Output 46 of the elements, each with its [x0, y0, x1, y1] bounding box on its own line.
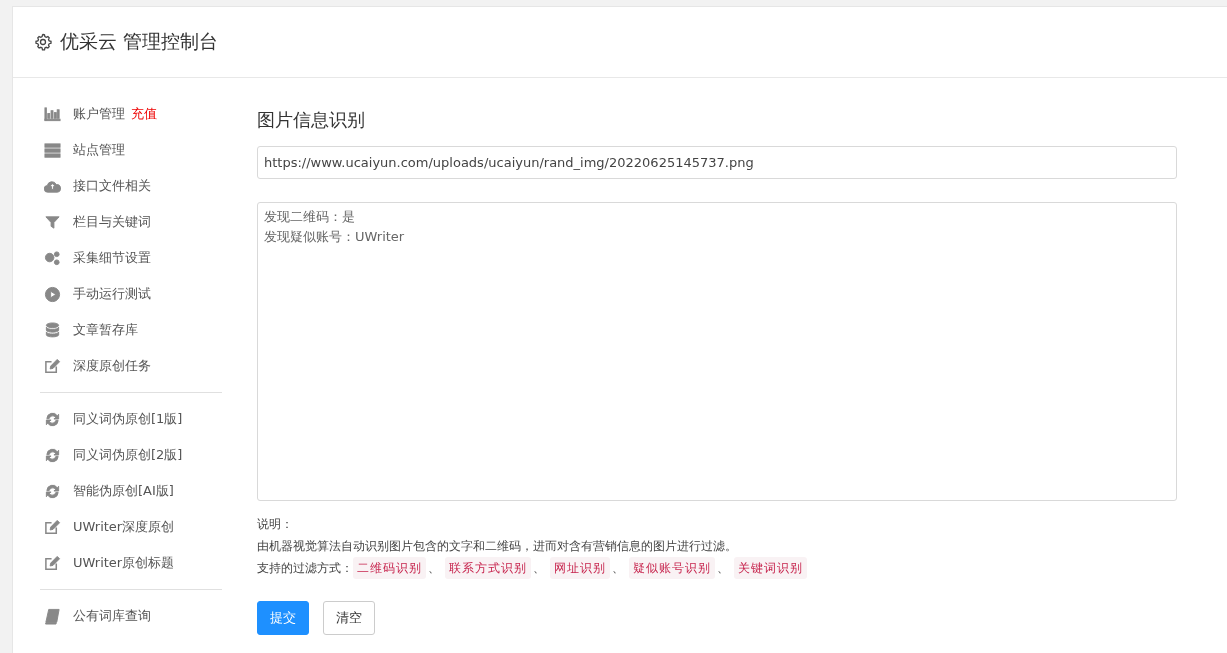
filters-label: 支持的过滤方式： [257, 560, 353, 577]
edit-icon [44, 554, 61, 572]
sidebar-item[interactable]: 栏目与关键词 [73, 213, 151, 231]
sidebar-item[interactable]: 公有词库查询 [73, 607, 151, 625]
sidebar-item[interactable]: UWriter原创标题 [73, 554, 175, 572]
sidebar-item[interactable]: 智能伪原创[AI版] [73, 482, 174, 500]
server-icon [44, 141, 61, 159]
clear-button[interactable]: 清空 [323, 601, 375, 635]
section-title: 图片信息识别 [257, 108, 366, 132]
sidebar-item[interactable]: UWriter深度原创 [73, 518, 175, 536]
recharge-link[interactable]: 充值 [131, 105, 157, 123]
console-title: 优采云 管理控制台 [60, 29, 219, 54]
bar-chart-icon [44, 105, 61, 123]
separator: 、 [533, 560, 545, 577]
sidebar-item[interactable]: 手动运行测试 [73, 285, 151, 303]
edit-icon [44, 357, 61, 375]
note-text: 由机器视觉算法自动识别图片包含的文字和二维码，进而对含有营销信息的图片进行过滤。 [257, 538, 738, 555]
filter-tag: 网址识别 [550, 557, 610, 579]
sidebar-item[interactable]: 深度原创任务 [73, 357, 151, 375]
sidebar-item[interactable]: 采集细节设置 [73, 249, 151, 267]
sidebar-item[interactable]: 账户管理 [73, 105, 125, 123]
filter-tag: 关键词识别 [734, 557, 807, 579]
sidebar-item[interactable]: 接口文件相关 [73, 177, 151, 195]
filter-tag: 疑似账号识别 [629, 557, 715, 579]
edit-icon [44, 518, 61, 536]
refresh-icon [44, 410, 61, 428]
play-icon [44, 285, 61, 303]
result-line: 发现二维码：是 [264, 208, 356, 226]
filter-tag: 联系方式识别 [445, 557, 531, 579]
result-line: 发现疑似账号：UWriter [264, 228, 406, 246]
separator: 、 [612, 560, 624, 577]
sidebar-item[interactable]: 站点管理 [73, 141, 125, 159]
separator: 、 [428, 560, 440, 577]
sidebar-item[interactable]: 文章暂存库 [73, 321, 138, 339]
sidebar-item[interactable]: 同义词伪原创[2版] [73, 446, 183, 464]
filter-tag: 二维码识别 [353, 557, 426, 579]
result-box[interactable]: 发现二维码：是 发现疑似账号：UWriter [257, 202, 1177, 501]
database-icon [44, 321, 61, 339]
note-label: 说明： [257, 516, 294, 533]
url-field[interactable]: https://www.ucaiyun.com/uploads/ucaiyun/rand_img/20220625145737.png [257, 146, 1177, 179]
separator: 、 [717, 560, 729, 577]
sidebar-item[interactable]: 同义词伪原创[1版] [73, 410, 183, 428]
refresh-icon [44, 482, 61, 500]
refresh-icon [44, 446, 61, 464]
filter-icon [44, 213, 61, 231]
settings-icon [34, 33, 52, 51]
